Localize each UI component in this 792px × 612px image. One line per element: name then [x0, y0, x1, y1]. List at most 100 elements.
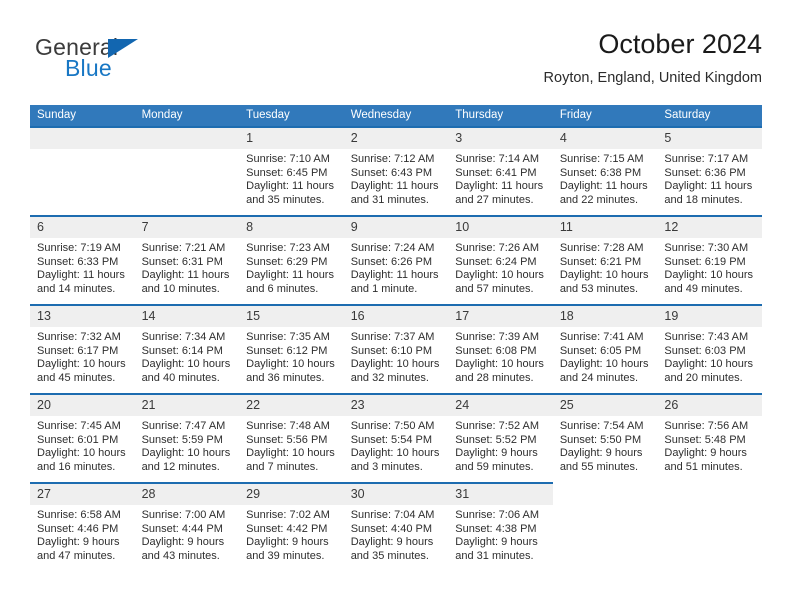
sunset-text: Sunset: 6:45 PM [246, 166, 328, 179]
day-details: Sunrise: 7:43 AM Sunset: 6:03 PM Daylight:… [657, 327, 762, 385]
daylight-text: Daylight: 11 hours [246, 269, 334, 282]
day-cell-18[interactable]: 18 Sunrise: 7:41 AM Sunset: 6:05 PM Dayligh… [552, 304, 658, 393]
day-cell-27[interactable]: 27 Sunrise: 6:58 AM Sunset: 4:46 PM Dayligh… [30, 482, 135, 571]
day-cell-22[interactable]: 22 Sunrise: 7:48 AM Sunset: 5:56 PM Dayligh… [239, 393, 344, 482]
daylight-text: and 12 minutes. [141, 460, 220, 473]
day-cell-19[interactable]: 19 Sunrise: 7:43 AM Sunset: 6:03 PM Dayligh… [657, 304, 762, 393]
day-details: Sunrise: 7:17 AM Sunset: 6:36 PM Daylight:… [657, 149, 762, 207]
day-cell-26[interactable]: 26 Sunrise: 7:56 AM Sunset: 5:48 PM Dayligh… [657, 393, 762, 482]
day-details: Sunrise: 7:47 AM Sunset: 5:59 PM Daylight:… [135, 416, 240, 474]
day-cell-15[interactable]: 15 Sunrise: 7:35 AM Sunset: 6:12 PM Dayligh… [239, 304, 344, 393]
daylight-text: Daylight: 9 hours [350, 536, 434, 549]
day-cell-14[interactable]: 14 Sunrise: 7:34 AM Sunset: 6:14 PM Dayligh… [134, 304, 240, 393]
day-details: Sunrise: 7:04 AM Sunset: 4:40 PM Daylight:… [344, 505, 449, 563]
day-details: Sunrise: 7:24 AM Sunset: 6:26 PM Daylight:… [344, 238, 449, 296]
daylight-text: and 22 minutes. [559, 193, 639, 206]
day-number [657, 484, 762, 505]
calendar-cell: 18 Sunrise: 7:41 AM Sunset: 6:05 PM Dayligh… [552, 304, 658, 393]
day-number: 20 [30, 395, 135, 416]
sunrise-text: Sunrise: 7:35 AM [246, 331, 330, 343]
day-cell-empty [657, 482, 762, 571]
day-cell-6[interactable]: 6 Sunrise: 7:19 AM Sunset: 6:33 PM Daylight… [30, 215, 135, 304]
day-cell-10[interactable]: 10 Sunrise: 7:26 AM Sunset: 6:24 PM Dayligh… [448, 215, 553, 304]
day-cell-13[interactable]: 13 Sunrise: 7:32 AM Sunset: 6:17 PM Dayligh… [30, 304, 135, 393]
page-subtitle: Royton, England, United Kingdom [543, 70, 762, 86]
day-number: 5 [657, 128, 762, 149]
day-details: Sunrise: 7:02 AM Sunset: 4:42 PM Daylight:… [239, 505, 344, 563]
sunrise-text: Sunrise: 7:45 AM [37, 420, 121, 432]
day-cell-23[interactable]: 23 Sunrise: 7:50 AM Sunset: 5:54 PM Dayligh… [343, 393, 449, 482]
day-number: 26 [657, 395, 762, 416]
daylight-text: and 18 minutes. [664, 193, 743, 206]
sunset-text: Sunset: 6:26 PM [350, 255, 433, 268]
sunrise-text: Sunrise: 7:19 AM [37, 242, 121, 254]
day-cell-21[interactable]: 21 Sunrise: 7:47 AM Sunset: 5:59 PM Dayligh… [134, 393, 240, 482]
day-details: Sunrise: 7:54 AM Sunset: 5:50 PM Daylight:… [553, 416, 658, 474]
day-cell-29[interactable]: 29 Sunrise: 7:02 AM Sunset: 4:42 PM Dayligh… [239, 482, 344, 571]
daylight-text: and 27 minutes. [455, 193, 534, 206]
daylight-text: Daylight: 10 hours [664, 269, 754, 282]
sunset-text: Sunset: 4:42 PM [246, 522, 328, 535]
day-cell-9[interactable]: 9 Sunrise: 7:24 AM Sunset: 6:26 PM Daylight… [343, 215, 449, 304]
sunset-text: Sunset: 6:24 PM [455, 255, 537, 268]
day-cell-5[interactable]: 5 Sunrise: 7:17 AM Sunset: 6:36 PM Daylight… [657, 126, 762, 215]
day-cell-2[interactable]: 2 Sunrise: 7:12 AM Sunset: 6:43 PM Daylight… [343, 126, 449, 215]
sunrise-text: Sunrise: 7:43 AM [664, 331, 749, 343]
day-cell-28[interactable]: 28 Sunrise: 7:00 AM Sunset: 4:44 PM Dayligh… [134, 482, 240, 571]
calendar-cell: 12 Sunrise: 7:30 AM Sunset: 6:19 PM Dayligh… [657, 215, 762, 304]
day-number [30, 128, 135, 149]
daylight-text: and 32 minutes. [350, 371, 429, 384]
general-blue-logo[interactable]: General Blue [35, 34, 235, 90]
day-details: Sunrise: 7:56 AM Sunset: 5:48 PM Daylight:… [657, 416, 762, 474]
daylight-text: Daylight: 9 hours [559, 447, 643, 460]
calendar-week-row: 27 Sunrise: 6:58 AM Sunset: 4:46 PM Dayligh… [30, 482, 762, 571]
day-number: 2 [343, 128, 449, 149]
sunrise-text: Sunrise: 7:10 AM [246, 153, 330, 165]
sunset-text: Sunset: 6:43 PM [350, 166, 433, 179]
day-cell-4[interactable]: 4 Sunrise: 7:15 AM Sunset: 6:38 PM Daylight… [552, 126, 658, 215]
day-cell-30[interactable]: 30 Sunrise: 7:04 AM Sunset: 4:40 PM Dayligh… [343, 482, 449, 571]
day-number: 31 [448, 484, 553, 505]
day-cell-24[interactable]: 24 Sunrise: 7:52 AM Sunset: 5:52 PM Dayligh… [448, 393, 553, 482]
calendar-cell: 31 Sunrise: 7:06 AM Sunset: 4:38 PM Dayligh… [448, 482, 553, 571]
day-cell-12[interactable]: 12 Sunrise: 7:30 AM Sunset: 6:19 PM Dayligh… [657, 215, 762, 304]
day-number: 12 [657, 217, 762, 238]
day-cell-empty [134, 126, 240, 215]
day-cell-25[interactable]: 25 Sunrise: 7:54 AM Sunset: 5:50 PM Dayligh… [552, 393, 658, 482]
day-number: 23 [343, 395, 449, 416]
day-cell-8[interactable]: 8 Sunrise: 7:23 AM Sunset: 6:29 PM Daylight… [239, 215, 344, 304]
day-cell-3[interactable]: 3 Sunrise: 7:14 AM Sunset: 6:41 PM Daylight… [448, 126, 553, 215]
day-details: Sunrise: 7:39 AM Sunset: 6:08 PM Daylight:… [448, 327, 553, 385]
weekday-header-wednesday: Wednesday [343, 105, 449, 126]
day-cell-empty [30, 126, 135, 215]
day-number: 30 [343, 484, 449, 505]
calendar-cell: 25 Sunrise: 7:54 AM Sunset: 5:50 PM Dayligh… [552, 393, 658, 482]
sunrise-text: Sunrise: 7:17 AM [664, 153, 749, 165]
day-cell-20[interactable]: 20 Sunrise: 7:45 AM Sunset: 6:01 PM Dayligh… [30, 393, 135, 482]
sunset-text: Sunset: 6:38 PM [559, 166, 642, 179]
sunset-text: Sunset: 6:17 PM [37, 344, 119, 357]
day-number: 4 [552, 128, 658, 149]
sunrise-text: Sunrise: 7:54 AM [559, 420, 644, 432]
sunset-text: Sunset: 5:52 PM [455, 433, 537, 446]
day-details: Sunrise: 7:26 AM Sunset: 6:24 PM Daylight:… [448, 238, 553, 296]
sunset-text: Sunset: 6:19 PM [664, 255, 746, 268]
day-cell-1[interactable]: 1 Sunrise: 7:10 AM Sunset: 6:45 PM Daylight… [239, 126, 344, 215]
day-cell-17[interactable]: 17 Sunrise: 7:39 AM Sunset: 6:08 PM Dayligh… [448, 304, 553, 393]
day-cell-31[interactable]: 31 Sunrise: 7:06 AM Sunset: 4:38 PM Dayligh… [448, 482, 553, 571]
day-details: Sunrise: 7:12 AM Sunset: 6:43 PM Daylight:… [344, 149, 449, 207]
day-cell-11[interactable]: 11 Sunrise: 7:28 AM Sunset: 6:21 PM Dayligh… [552, 215, 658, 304]
day-number: 18 [552, 306, 658, 327]
daylight-text: and 24 minutes. [559, 371, 639, 384]
calendar-cell [134, 126, 240, 215]
day-number: 25 [552, 395, 658, 416]
sunrise-text: Sunrise: 7:37 AM [350, 331, 435, 343]
sunset-text: Sunset: 6:36 PM [664, 166, 746, 179]
daylight-text: and 1 minute. [350, 282, 418, 295]
day-cell-16[interactable]: 16 Sunrise: 7:37 AM Sunset: 6:10 PM Dayligh… [343, 304, 449, 393]
sunrise-text: Sunrise: 7:26 AM [455, 242, 540, 254]
day-number: 17 [448, 306, 553, 327]
day-number: 27 [30, 484, 135, 505]
day-cell-7[interactable]: 7 Sunrise: 7:21 AM Sunset: 6:31 PM Daylight… [134, 215, 240, 304]
daylight-text: and 3 minutes. [350, 460, 423, 473]
